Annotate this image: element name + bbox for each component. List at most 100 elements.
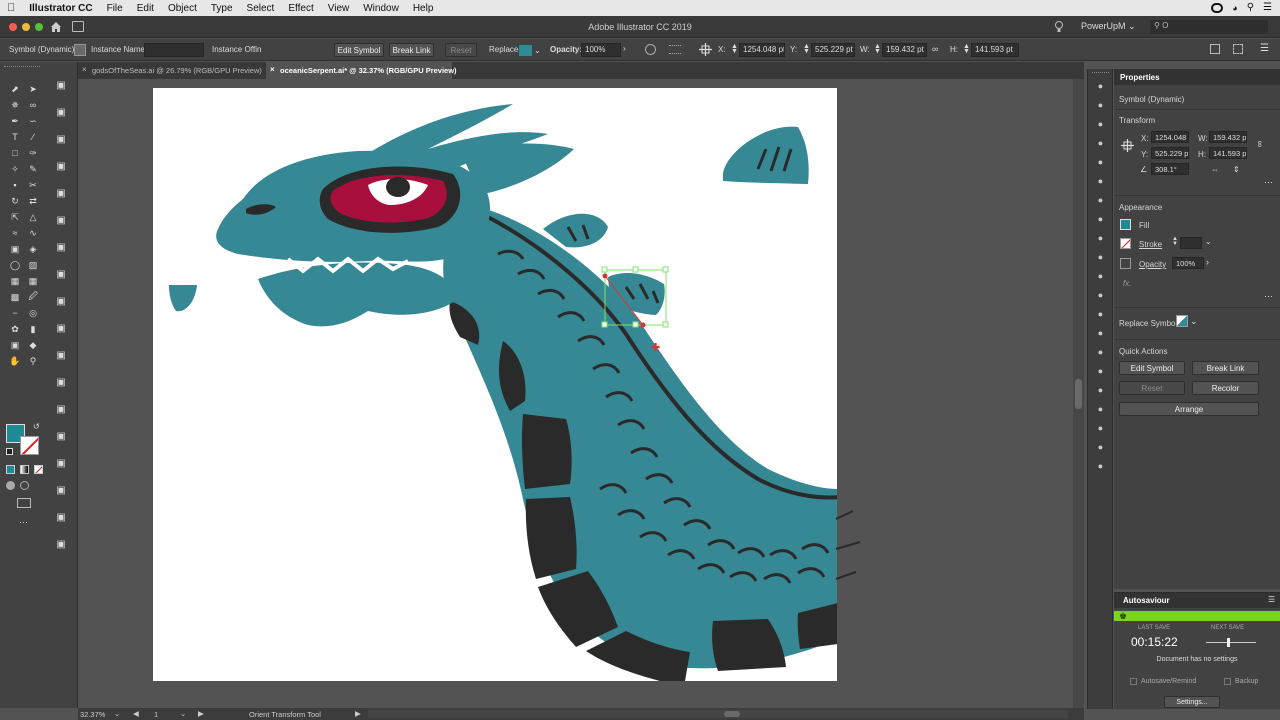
search-icon[interactable]: ⚲	[1247, 2, 1254, 13]
previous-artboard-icon[interactable]: ◀	[133, 709, 139, 718]
opacity-label[interactable]: Opacity	[1139, 260, 1166, 269]
custom-10-tool-icon[interactable]: ▣	[54, 321, 68, 335]
color-panel-icon[interactable]: ●	[1094, 79, 1107, 92]
default-colors-icon[interactable]	[6, 448, 13, 455]
workspace-switcher[interactable]: PowerUpM ⌄	[1081, 21, 1136, 32]
fill-swatch[interactable]	[1120, 219, 1131, 230]
direct-selection-tool-icon[interactable]: ➤	[26, 82, 40, 96]
close-tab-icon[interactable]: ×	[270, 65, 275, 74]
artboard-number[interactable]: 1	[154, 710, 158, 719]
live-paint-tool-icon[interactable]: ▨	[26, 258, 40, 272]
next-save-slider[interactable]	[1206, 642, 1256, 643]
transform-y-input[interactable]: 525.229 p	[1151, 147, 1189, 159]
custom-14-tool-icon[interactable]: ▣	[54, 429, 68, 443]
warp-tool-icon[interactable]: ∿	[26, 226, 40, 240]
hand-tool-icon[interactable]: ✋	[8, 354, 22, 368]
custom-15-tool-icon[interactable]: ▣	[54, 456, 68, 470]
apple-icon[interactable]: 	[0, 2, 22, 14]
y-stepper-icon[interactable]: ▲ ▼	[803, 43, 810, 55]
pages-panel-icon[interactable]: ●	[1094, 383, 1107, 396]
opacity-input[interactable]: 100%	[581, 43, 621, 57]
dock-collapse-handle[interactable]	[1092, 72, 1109, 75]
artboard-tool-icon[interactable]: ▣	[8, 338, 22, 352]
backup-checkbox[interactable]	[1224, 678, 1231, 685]
puppet-warp-tool-icon[interactable]: ◈	[26, 242, 40, 256]
menu-help[interactable]: Help	[406, 3, 441, 14]
custom-4-tool-icon[interactable]: ▣	[54, 159, 68, 173]
properties-tab[interactable]: Properties	[1114, 69, 1280, 85]
none-mode-icon[interactable]	[34, 465, 43, 474]
links-panel-icon[interactable]: ●	[1094, 326, 1107, 339]
navigator-panel-icon[interactable]: ●	[1094, 459, 1107, 472]
replace-symbol-dropdown[interactable]: ⌄	[1176, 315, 1198, 327]
custom-7-tool-icon[interactable]: ▣	[54, 240, 68, 254]
symbol-sprayer-tool-icon[interactable]: ✿	[8, 322, 22, 336]
opacity-input[interactable]: 100%	[1172, 257, 1204, 269]
stroke-weight-input[interactable]	[1180, 237, 1202, 249]
constrain-proportions-icon[interactable]: ∞	[932, 44, 938, 54]
edit-symbol-button[interactable]: Edit Symbol	[1119, 361, 1185, 375]
chevron-right-icon[interactable]: ›	[1206, 257, 1209, 267]
stroke-swatch[interactable]	[1120, 238, 1131, 249]
autosaviour-title[interactable]: Autosaviour	[1114, 593, 1280, 608]
more-options-icon[interactable]: ⋯	[1264, 177, 1273, 188]
wifi-icon[interactable]: ◕	[1232, 3, 1237, 13]
w-stepper-icon[interactable]: ▲ ▼	[874, 43, 881, 55]
eraser-tool-icon[interactable]: ▪	[8, 178, 22, 192]
x-stepper-icon[interactable]: ▲ ▼	[731, 43, 738, 55]
appearance-panel-icon[interactable]: ●	[1094, 231, 1107, 244]
mesh-tool-icon[interactable]: ▦	[26, 274, 40, 288]
color-mode-icon[interactable]	[6, 465, 15, 474]
reset-button[interactable]: Reset	[445, 43, 477, 57]
width-tool-icon[interactable]: ≈	[8, 226, 22, 240]
settings-button[interactable]: Settings...	[1164, 696, 1220, 708]
chevron-right-icon[interactable]: ›	[623, 44, 626, 53]
gradient-mode-icon[interactable]	[20, 465, 29, 474]
shear-tool-icon[interactable]: △	[26, 210, 40, 224]
transform-icon[interactable]	[1210, 44, 1220, 54]
menu-icon[interactable]: ☰	[1260, 43, 1269, 54]
next-artboard-icon[interactable]: ▶	[198, 709, 204, 718]
edit-symbol-button[interactable]: Edit Symbol	[334, 43, 384, 57]
draw-behind-icon[interactable]	[20, 481, 29, 490]
creative-cloud-icon[interactable]	[1211, 2, 1224, 13]
custom-17-tool-icon[interactable]: ▣	[54, 510, 68, 524]
pathfinder-panel-icon[interactable]: ●	[1094, 269, 1107, 282]
scroll-thumb[interactable]	[1075, 379, 1082, 409]
flip-horizontal-icon[interactable]: ⇔	[1211, 165, 1219, 174]
rotate-tool-icon[interactable]: ↻	[8, 194, 22, 208]
more-tools-icon[interactable]: ⋯	[19, 517, 28, 528]
custom-2-tool-icon[interactable]: ▣	[54, 105, 68, 119]
status-menu-icon[interactable]: ▶	[355, 709, 361, 718]
custom-18-tool-icon[interactable]: ▣	[54, 537, 68, 551]
symbols-panel-icon[interactable]: ●	[1094, 136, 1107, 149]
pencil-tool-icon[interactable]: ✎	[26, 162, 40, 176]
zoom-level[interactable]: 32.37%	[80, 710, 105, 719]
line-segment-tool-icon[interactable]: ∕	[26, 130, 40, 144]
properties-panel-icon[interactable]: ●	[1094, 402, 1107, 415]
constrain-proportions-icon[interactable]: ∞	[1255, 141, 1265, 147]
rotate-input[interactable]: 308.1°	[1151, 163, 1189, 175]
lasso-tool-icon[interactable]: ∞	[26, 98, 40, 112]
free-transform-tool-icon[interactable]: ▣	[8, 242, 22, 256]
reference-point-icon[interactable]	[699, 43, 712, 56]
tools-collapse-handle[interactable]	[4, 66, 40, 69]
chevron-down-icon[interactable]: ⌄	[180, 709, 186, 718]
column-graph-tool-icon[interactable]: ▮	[26, 322, 40, 336]
canvas-area[interactable]: ✚	[78, 79, 1084, 708]
fx-button[interactable]: fx.	[1123, 279, 1131, 288]
transparency-panel-icon[interactable]: ●	[1094, 212, 1107, 225]
draw-normal-icon[interactable]	[6, 481, 15, 490]
lightbulb-icon[interactable]	[1054, 20, 1064, 33]
break-link-button[interactable]: Break Link	[389, 43, 434, 57]
custom-6-tool-icon[interactable]: ▣	[54, 213, 68, 227]
width-input[interactable]: 159.432 pt	[882, 43, 927, 57]
custom-8-tool-icon[interactable]: ▣	[54, 267, 68, 281]
shape-builder-tool-icon[interactable]: ◯	[8, 258, 22, 272]
app-menu[interactable]: Illustrator CC	[22, 3, 99, 14]
custom-5-tool-icon[interactable]: ▣	[54, 186, 68, 200]
panel-menu-icon[interactable]: ☰	[1268, 595, 1275, 604]
blend-tool-icon[interactable]: ◎	[26, 306, 40, 320]
custom-1-tool-icon[interactable]: ▣	[54, 78, 68, 92]
reflect-tool-icon[interactable]: ⇄	[26, 194, 40, 208]
